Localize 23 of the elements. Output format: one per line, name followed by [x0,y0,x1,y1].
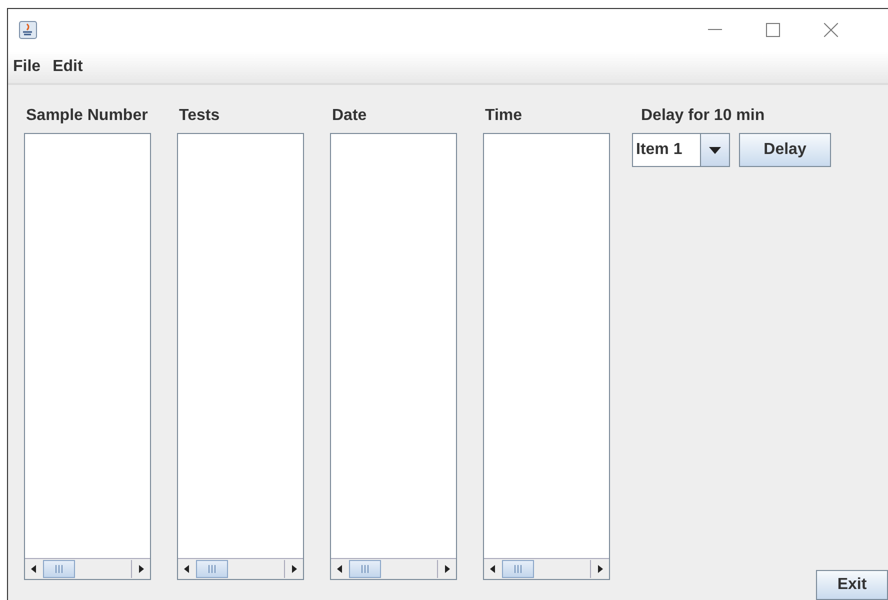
delay-button[interactable]: Delay [739,133,831,167]
horizontal-scrollbar[interactable] [178,558,303,579]
menu-item[interactable]: Edit [52,58,83,76]
dropdown-arrow-icon[interactable] [709,146,721,154]
column-heading: Tests [178,107,221,126]
horizontal-scrollbar[interactable] [484,558,609,579]
menu-item[interactable]: File [13,58,41,76]
item-dropdown[interactable]: Item 1 [632,133,730,167]
horizontal-scrollbar[interactable] [331,558,456,579]
column-heading: Time [484,107,524,126]
scroll-thumb[interactable] [502,560,534,578]
delay-label: Delay for 10 min [640,107,766,126]
maximize-icon[interactable] [766,23,780,37]
scroll-thumb[interactable] [196,560,228,578]
column-heading: Date [331,107,368,126]
exit-button[interactable]: Exit [816,570,888,600]
horizontal-scrollbar[interactable] [25,558,150,579]
minimize-icon[interactable] [708,29,722,31]
scroll-thumb[interactable] [349,560,381,578]
column-heading: Sample Number [25,107,149,126]
scroll-thumb[interactable] [43,560,75,578]
close-icon[interactable] [824,23,838,37]
java-cup-icon [19,21,37,39]
